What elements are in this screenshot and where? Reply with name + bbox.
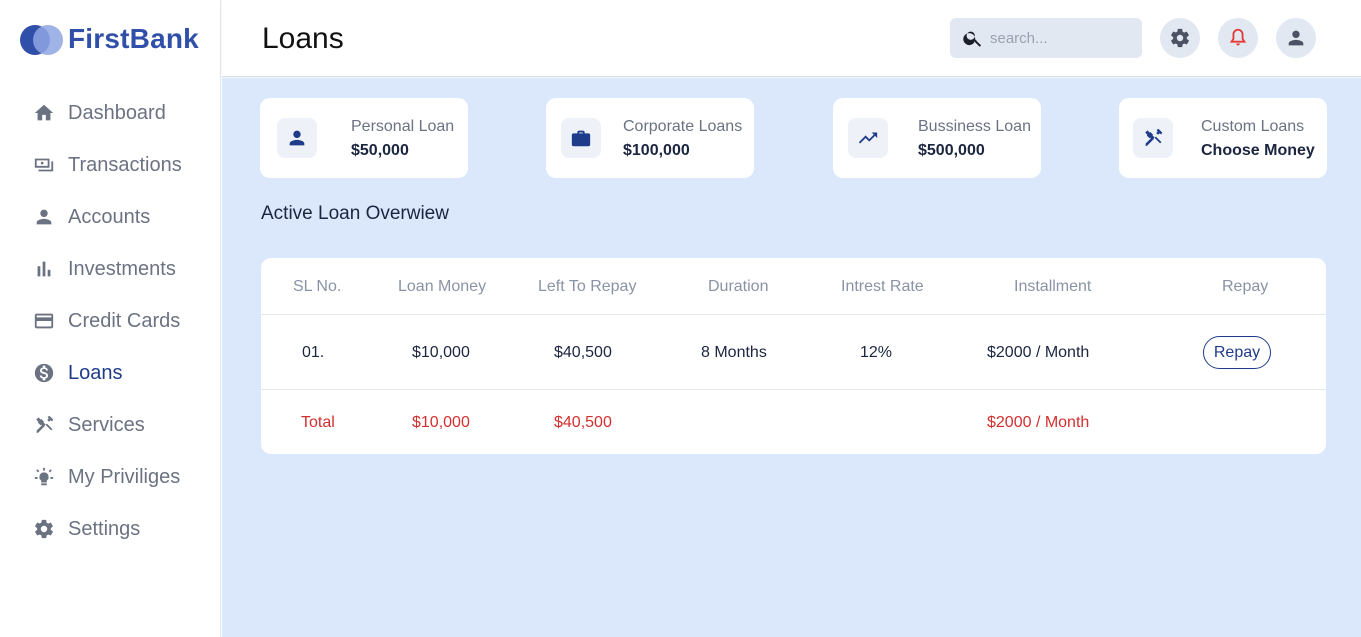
section-title: Active Loan Overwiew (261, 203, 449, 224)
loan-card-custom[interactable]: Custom Loans Choose Money (1119, 98, 1327, 178)
profile-button[interactable] (1276, 18, 1316, 58)
cell-rate: 12% (860, 344, 893, 361)
user-icon (1288, 30, 1304, 46)
sidebar-item-label: My Priviliges (68, 465, 181, 488)
row-divider (261, 389, 1326, 390)
search-icon (963, 31, 982, 47)
bell-icon (1229, 28, 1247, 46)
sidebar-item-label: Dashboard (68, 101, 166, 124)
column-header: Intrest Rate (841, 278, 924, 295)
cell-left-to-repay: $40,500 (554, 344, 612, 361)
card-title: Corporate Loans (623, 118, 743, 135)
sidebar-item-label: Investments (68, 257, 176, 280)
sidebar-nav: Dashboard Transactions Accounts Investme… (0, 87, 221, 555)
column-header: SL No. (293, 278, 342, 295)
dollar-circle-icon (34, 363, 54, 383)
cell-loan-money: $10,000 (412, 344, 470, 361)
sidebar-item-dashboard[interactable]: Dashboard (0, 87, 221, 139)
sidebar-item-credit-cards[interactable]: Credit Cards (0, 295, 221, 347)
sidebar-item-services[interactable]: Services (0, 399, 221, 451)
main-content: Personal Loan $50,000 Corporate Loans $1… (222, 78, 1361, 637)
card-title: Personal Loan (351, 118, 455, 135)
credit-card-icon (34, 313, 54, 329)
tools-icon (36, 415, 54, 434)
card-icon-box (277, 118, 317, 158)
card-icon-box (1133, 118, 1173, 158)
cell-installment: $2000 / Month (987, 344, 1090, 361)
sidebar-item-label: Transactions (68, 153, 182, 176)
total-loan-money: $10,000 (412, 414, 470, 431)
card-title: Bussiness Loan (918, 118, 1031, 135)
search-input[interactable] (990, 29, 1130, 47)
repay-button[interactable]: Repay (1203, 336, 1271, 369)
column-header: Loan Money (398, 278, 487, 295)
lightbulb-icon (34, 467, 54, 486)
bar-chart-icon (37, 261, 51, 277)
sidebar-item-label: Accounts (68, 205, 151, 228)
sidebar-item-label: Settings (68, 517, 141, 540)
logo-icon (20, 23, 64, 55)
briefcase-icon (571, 130, 591, 147)
card-value: $100,000 (623, 142, 690, 159)
trending-up-icon (858, 132, 878, 144)
sidebar-item-priviliges[interactable]: My Priviliges (0, 451, 221, 503)
loan-overview-table: SL No. Loan Money Left To Repay Duration… (261, 258, 1326, 454)
gear-icon (35, 519, 53, 539)
card-icon-box (848, 118, 888, 158)
brand-logo[interactable]: FirstBank (20, 23, 199, 55)
row-divider (261, 314, 1326, 315)
card-icon-box (561, 118, 601, 158)
total-left-to-repay: $40,500 (554, 414, 612, 431)
card-value: Choose Money (1201, 142, 1315, 159)
loan-card-personal[interactable]: Personal Loan $50,000 (260, 98, 468, 178)
total-label: Total (301, 414, 335, 431)
sidebar-item-label: Credit Cards (68, 309, 181, 332)
sidebar-item-label: Loans (68, 361, 123, 384)
sidebar: FirstBank Dashboard Transactions Account… (0, 0, 221, 637)
money-icon (34, 158, 54, 172)
sidebar-item-investments[interactable]: Investments (0, 243, 221, 295)
search-box[interactable] (950, 18, 1142, 58)
person-icon (289, 130, 305, 146)
cell-duration: 8 Months (701, 344, 767, 361)
sidebar-item-settings[interactable]: Settings (0, 503, 221, 555)
tools-icon (1145, 128, 1163, 147)
card-title: Custom Loans (1201, 118, 1305, 135)
top-header: Loans (222, 0, 1361, 77)
settings-icon (1171, 28, 1189, 48)
page-title: Loans (262, 22, 344, 55)
loan-card-business[interactable]: Bussiness Loan $500,000 (833, 98, 1041, 178)
notifications-button[interactable] (1218, 18, 1258, 58)
sidebar-item-transactions[interactable]: Transactions (0, 139, 221, 191)
loan-card-corporate[interactable]: Corporate Loans $100,000 (546, 98, 754, 178)
card-value: $500,000 (918, 142, 985, 159)
total-installment: $2000 / Month (987, 414, 1090, 431)
cell-sl: 01. (302, 344, 325, 361)
settings-button[interactable] (1160, 18, 1200, 58)
person-icon (36, 209, 52, 225)
column-header: Left To Repay (538, 278, 637, 295)
home-icon (34, 104, 54, 121)
column-header: Installment (1014, 278, 1092, 295)
sidebar-item-accounts[interactable]: Accounts (0, 191, 221, 243)
column-header: Repay (1222, 278, 1269, 295)
sidebar-item-loans[interactable]: Loans (0, 347, 221, 399)
sidebar-item-label: Services (68, 413, 145, 436)
card-value: $50,000 (351, 142, 409, 159)
brand-name: FirstBank (68, 23, 199, 54)
column-header: Duration (708, 278, 769, 295)
